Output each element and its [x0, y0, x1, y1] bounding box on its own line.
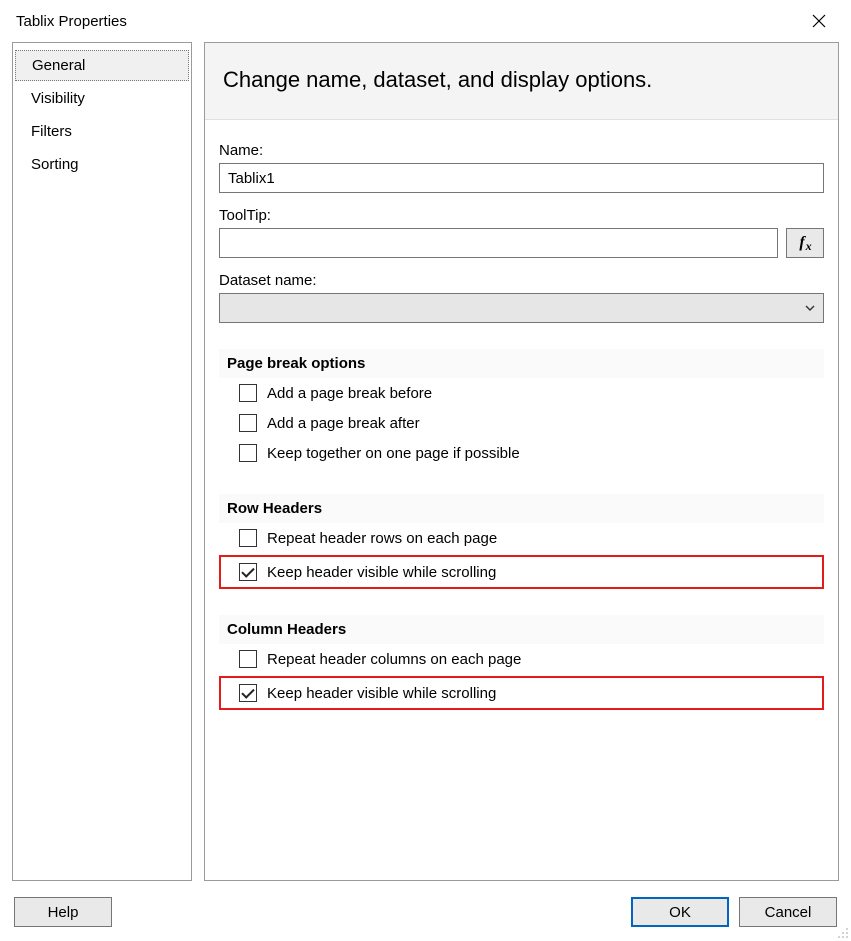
sidebar: General Visibility Filters Sorting [12, 42, 192, 881]
dialog-footer: Help OK Cancel [0, 889, 851, 941]
group-title-column-headers: Column Headers [219, 615, 824, 644]
check-row: Repeat header columns on each page [219, 644, 824, 674]
button-label: OK [669, 904, 691, 921]
highlight-box: Keep header visible while scrolling [219, 676, 824, 710]
close-button[interactable] [799, 1, 839, 41]
cancel-button[interactable]: Cancel [739, 897, 837, 927]
check-row: Keep together on one page if possible [219, 438, 824, 468]
fx-icon: fx [799, 234, 810, 252]
button-label: Help [48, 904, 79, 921]
group-page-break: Page break options Add a page break befo… [219, 349, 824, 468]
ok-button[interactable]: OK [631, 897, 729, 927]
sidebar-item-general[interactable]: General [15, 50, 189, 81]
content-panel: Change name, dataset, and display option… [204, 42, 839, 881]
content-heading: Change name, dataset, and display option… [205, 43, 838, 120]
checkbox-keep-row-header-visible[interactable] [239, 563, 257, 581]
group-title-row-headers: Row Headers [219, 494, 824, 523]
checkbox-repeat-row-headers[interactable] [239, 529, 257, 547]
checkbox-keep-column-header-visible[interactable] [239, 684, 257, 702]
tooltip-label: ToolTip: [219, 207, 824, 224]
group-title-page-break: Page break options [219, 349, 824, 378]
sidebar-item-sorting[interactable]: Sorting [13, 148, 191, 181]
tooltip-input[interactable] [219, 228, 778, 258]
button-label: Cancel [765, 904, 812, 921]
sidebar-item-label: General [32, 57, 85, 74]
checkbox-keep-together[interactable] [239, 444, 257, 462]
expression-button[interactable]: fx [786, 228, 824, 258]
dataset-label: Dataset name: [219, 272, 824, 289]
sidebar-item-label: Filters [31, 123, 72, 140]
dialog-window: Tablix Properties General Visibility Fil… [0, 0, 851, 941]
checkbox-break-after[interactable] [239, 414, 257, 432]
check-row: Add a page break after [219, 408, 824, 438]
titlebar: Tablix Properties [0, 0, 851, 42]
check-row: Keep header visible while scrolling [223, 559, 820, 585]
content-inner: Name: ToolTip: fx Dataset name: [205, 120, 838, 880]
checkbox-label: Keep header visible while scrolling [267, 685, 496, 702]
sidebar-item-visibility[interactable]: Visibility [13, 82, 191, 115]
checkbox-label: Add a page break before [267, 385, 432, 402]
check-row: Add a page break before [219, 378, 824, 408]
sidebar-item-label: Visibility [31, 90, 85, 107]
name-input[interactable] [219, 163, 824, 193]
checkbox-break-before[interactable] [239, 384, 257, 402]
help-button[interactable]: Help [14, 897, 112, 927]
name-label: Name: [219, 142, 824, 159]
group-column-headers: Column Headers Repeat header columns on … [219, 615, 824, 710]
sidebar-item-label: Sorting [31, 156, 79, 173]
tooltip-row: fx [219, 228, 824, 258]
dataset-dropdown[interactable] [219, 293, 824, 323]
window-title: Tablix Properties [16, 13, 799, 30]
highlight-box: Keep header visible while scrolling [219, 555, 824, 589]
sidebar-item-filters[interactable]: Filters [13, 115, 191, 148]
checkbox-label: Keep together on one page if possible [267, 445, 520, 462]
checkbox-label: Repeat header columns on each page [267, 651, 521, 668]
chevron-down-icon [803, 301, 817, 315]
resize-grip-icon[interactable] [835, 925, 849, 939]
checkbox-label: Repeat header rows on each page [267, 530, 497, 547]
check-row: Keep header visible while scrolling [223, 680, 820, 706]
checkbox-label: Keep header visible while scrolling [267, 564, 496, 581]
check-row: Repeat header rows on each page [219, 523, 824, 553]
close-icon [812, 14, 826, 28]
dialog-body: General Visibility Filters Sorting Chang… [0, 42, 851, 889]
checkbox-repeat-column-headers[interactable] [239, 650, 257, 668]
checkbox-label: Add a page break after [267, 415, 420, 432]
group-row-headers: Row Headers Repeat header rows on each p… [219, 494, 824, 589]
